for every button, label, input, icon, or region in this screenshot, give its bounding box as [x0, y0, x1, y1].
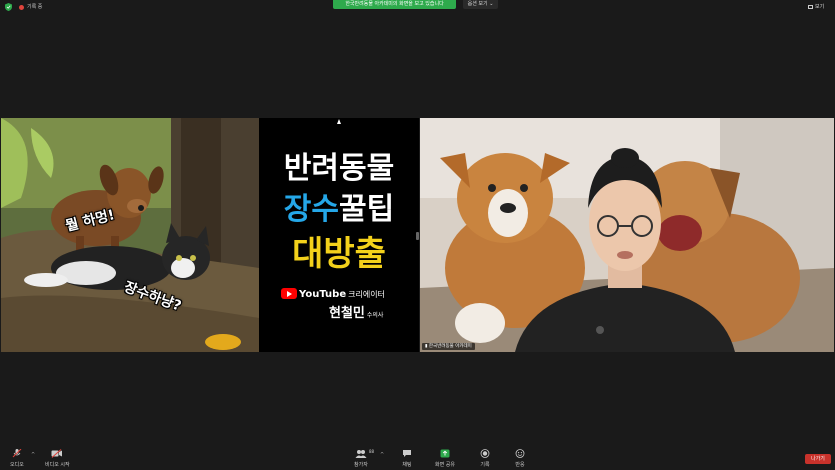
view-button[interactable]: 보기 — [808, 3, 824, 10]
security-shield-icon[interactable] — [5, 3, 12, 11]
dog-cat-photo: 뭘 하멍! 장수하냥? — [1, 118, 259, 352]
shared-screen: 뭘 하멍! 장수하냥? 반려동물 장수꿀팁 대방출 YouTube 크리에이터 현… — [1, 118, 419, 352]
recording-label: 기록 중 — [27, 4, 43, 10]
presenter-name: 현철민 — [329, 306, 365, 321]
view-options-label: 옵션 보기 — [467, 1, 488, 7]
slide-title-highlight: 장수 — [283, 192, 339, 227]
record-label: 기록 — [480, 462, 490, 468]
leave-button[interactable]: 나가기 — [805, 454, 831, 464]
share-screen-button[interactable]: 화면 공유 — [435, 449, 455, 468]
split-view-handle[interactable] — [416, 232, 419, 240]
presenter-credit: 현철민 수의사 — [329, 302, 383, 321]
webcam-video: ▮ 한국반려동물 아카데미 — [420, 118, 834, 352]
record-button[interactable]: 기록 — [480, 449, 490, 468]
video-camera-off-icon — [51, 449, 63, 458]
participant-name-tag: ▮ 한국반려동물 아카데미 — [422, 343, 475, 350]
audio-options-caret[interactable]: ^ — [31, 452, 35, 458]
chevron-down-icon: ⌄ — [489, 1, 494, 7]
signal-bars-icon: ▮ — [425, 344, 428, 349]
participants-options-caret[interactable]: ^ — [380, 452, 384, 458]
view-button-label: 보기 — [815, 4, 825, 10]
screen-share-banner: 한국반려동물 아카데미의 화면을 보고 있습니다 — [333, 0, 456, 9]
reactions-label: 반응 — [515, 462, 525, 468]
participants-label: 참가자 — [354, 462, 368, 468]
reactions-button[interactable]: 반응 — [515, 449, 525, 468]
mouse-pointer-icon — [337, 119, 341, 124]
chat-icon — [403, 450, 411, 457]
meeting-controls: 오디오 ^ 비디오 시작 참가자 88 ^ 채팅 화면 공유 기록 반응 — [0, 444, 835, 470]
youtube-credit: YouTube 크리에이터 — [281, 288, 419, 300]
microphone-muted-icon — [12, 449, 22, 458]
audio-label: 오디오 — [10, 462, 24, 468]
grid-view-icon — [808, 4, 813, 9]
slide-title-line2: 장수꿀팁 — [259, 184, 419, 228]
slide-title-line3: 대방출 — [292, 234, 386, 274]
share-screen-label: 화면 공유 — [435, 462, 455, 468]
top-bar: 기록 중 한국반려동물 아카데미의 화면을 보고 있습니다 옵션 보기 ⌄ 보기 — [0, 0, 835, 12]
webcam-illustration — [420, 118, 834, 352]
share-screen-icon — [440, 449, 450, 458]
participants-count: 88 — [369, 449, 375, 454]
youtube-wordmark: YouTube — [299, 288, 347, 300]
chat-button[interactable]: 채팅 — [402, 449, 412, 468]
video-label: 비디오 시작 — [45, 462, 70, 468]
participants-button[interactable]: 참가자 — [354, 449, 368, 468]
record-icon — [480, 449, 490, 458]
chat-label: 채팅 — [402, 462, 412, 468]
participant-name: 한국반려동물 아카데미 — [428, 344, 472, 349]
dog-cat-illustration — [1, 118, 259, 352]
slide-title-line1: 반려동물 — [283, 151, 395, 186]
creator-label: 크리에이터 — [348, 289, 385, 299]
video-button[interactable]: 비디오 시작 — [45, 449, 70, 468]
participants-icon — [355, 450, 367, 458]
youtube-icon — [281, 288, 297, 299]
presenter-role: 수의사 — [366, 312, 384, 319]
slide-title-line2-rest: 꿀팁 — [339, 192, 395, 227]
recording-icon — [19, 5, 24, 10]
slide-title-panel: 반려동물 장수꿀팁 대방출 YouTube 크리에이터 현철민 수의사 — [259, 118, 419, 352]
smiley-icon — [515, 449, 525, 458]
view-options-dropdown[interactable]: 옵션 보기 ⌄ — [463, 0, 498, 9]
audio-button[interactable]: 오디오 — [10, 449, 24, 468]
